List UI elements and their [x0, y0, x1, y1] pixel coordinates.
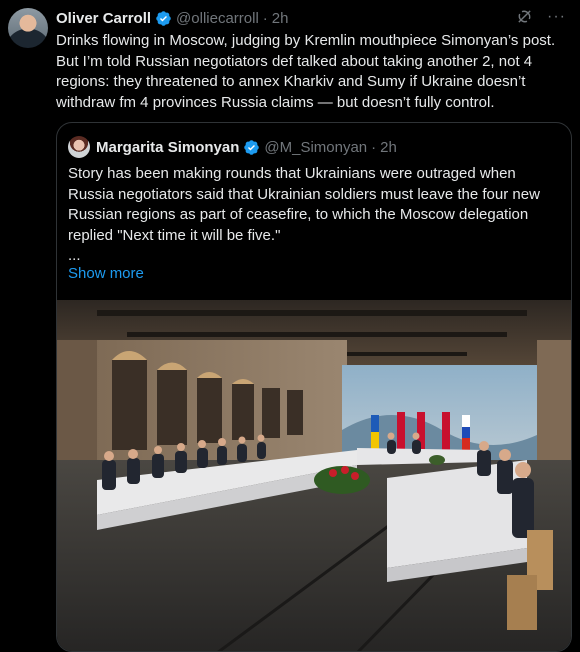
- tweet-timestamp[interactable]: 2h: [272, 10, 289, 27]
- author-avatar[interactable]: [8, 8, 48, 48]
- tweet-text: Drinks flowing in Moscow, judging by Kre…: [56, 32, 556, 111]
- show-more-link[interactable]: Show more: [68, 264, 144, 284]
- quoted-author-name[interactable]: Margarita Simonyan: [96, 139, 239, 156]
- more-icon[interactable]: ···: [547, 8, 566, 25]
- negotiation-hall-photo[interactable]: [57, 300, 572, 652]
- quoted-tweet-header: Margarita Simonyan @M_Simonyan · 2h: [68, 136, 397, 158]
- grok-icon[interactable]: [516, 8, 533, 25]
- quoted-author-avatar[interactable]: [68, 136, 90, 158]
- quoted-timestamp[interactable]: 2h: [380, 139, 397, 156]
- quoted-tweet[interactable]: Margarita Simonyan @M_Simonyan · 2h Stor…: [56, 122, 572, 652]
- separator-dot: ·: [262, 9, 268, 27]
- tweet[interactable]: Oliver Carroll @olliecarroll · 2h ··· Dr…: [0, 0, 580, 652]
- separator-dot: ·: [371, 138, 377, 156]
- tweet-header: Oliver Carroll @olliecarroll · 2h ···: [56, 8, 570, 28]
- verified-badge-icon: [244, 139, 260, 155]
- author-handle[interactable]: @olliecarroll: [176, 10, 259, 27]
- quoted-author-handle[interactable]: @M_Simonyan: [264, 139, 367, 156]
- author-name[interactable]: Oliver Carroll: [56, 10, 151, 27]
- header-actions: ···: [516, 8, 566, 25]
- verified-badge-icon: [156, 10, 171, 26]
- quoted-tweet-text: Story has been making rounds that Ukrain…: [68, 165, 540, 244]
- quoted-ellipsis: ...: [68, 247, 81, 264]
